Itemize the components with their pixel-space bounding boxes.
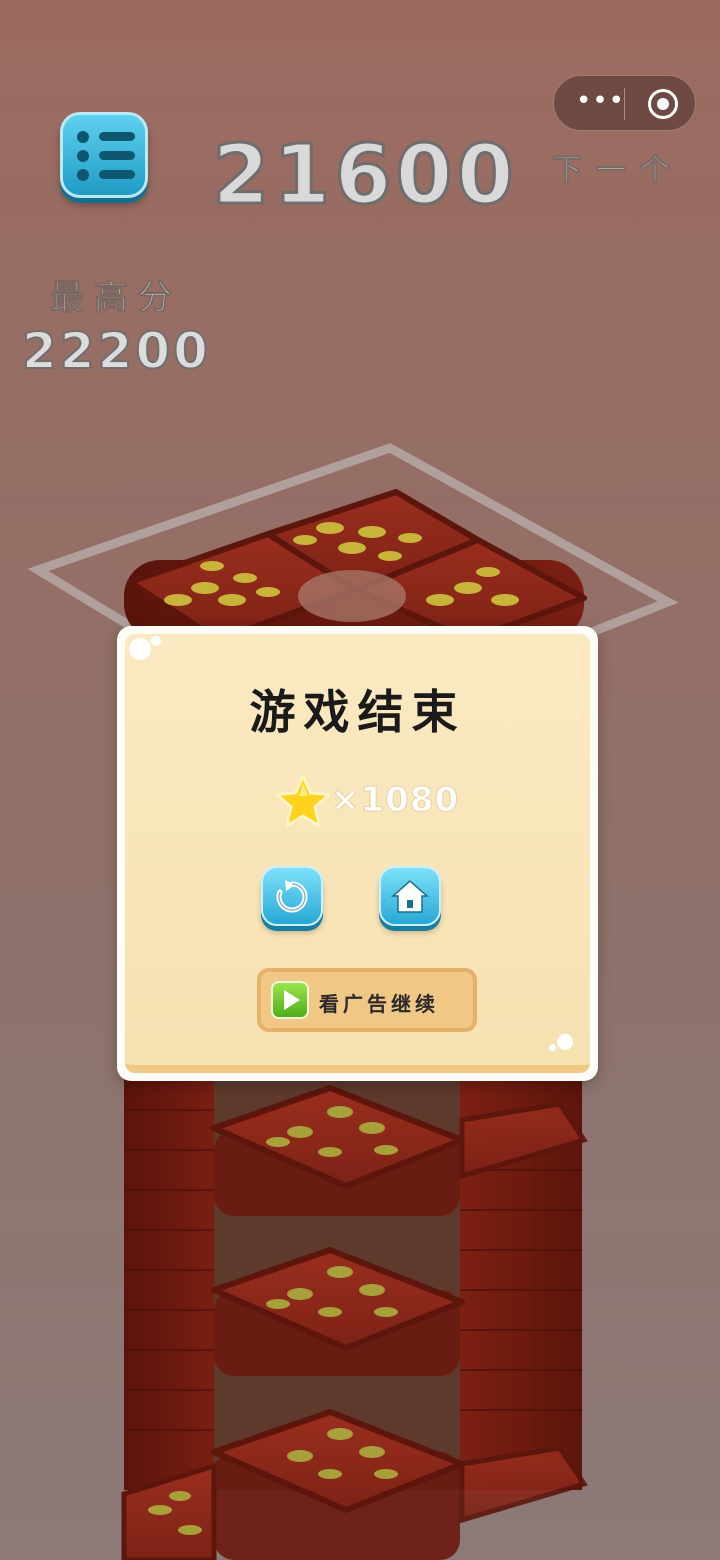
menu-line bbox=[99, 151, 135, 160]
bubble-decoration bbox=[557, 1034, 573, 1050]
best-score-value: 22200 bbox=[21, 321, 211, 381]
current-score: 21600 bbox=[211, 127, 518, 225]
home-icon bbox=[391, 879, 429, 913]
dialog-title: 游戏结束 bbox=[249, 685, 466, 739]
menu-list-icon[interactable] bbox=[60, 112, 148, 198]
menu-dot bbox=[77, 131, 89, 143]
home-button[interactable] bbox=[379, 866, 441, 926]
star-reward-row: ×1080 bbox=[273, 772, 493, 832]
game-over-dialog: 游戏结束 ×1080 看广告继续 bbox=[117, 626, 598, 1081]
target-close-icon[interactable] bbox=[648, 89, 678, 119]
bubble-decoration bbox=[549, 1044, 556, 1051]
capsule-divider bbox=[624, 88, 625, 120]
bubble-decoration bbox=[129, 638, 151, 660]
cake-tower bbox=[121, 1070, 588, 1560]
dialog-panel: 游戏结束 ×1080 看广告继续 bbox=[125, 634, 590, 1073]
more-dots-icon[interactable]: ••• bbox=[576, 88, 624, 116]
star-icon bbox=[275, 774, 331, 828]
miniprogram-capsule: ••• bbox=[553, 75, 696, 131]
best-score-label: 最高分 bbox=[50, 278, 182, 319]
menu-dot bbox=[77, 169, 89, 181]
menu-line bbox=[99, 132, 135, 141]
restart-button[interactable] bbox=[261, 866, 323, 926]
menu-line bbox=[99, 170, 135, 179]
menu-dot bbox=[77, 150, 89, 162]
ad-button-label: 看广告继续 bbox=[319, 992, 439, 1016]
play-icon bbox=[271, 981, 309, 1019]
bubble-decoration bbox=[151, 636, 161, 646]
restart-arrow-icon bbox=[276, 880, 308, 913]
next-piece-label: 下一个 bbox=[552, 153, 684, 189]
watch-ad-continue-button[interactable]: 看广告继续 bbox=[257, 968, 477, 1032]
star-count: ×1080 bbox=[330, 780, 460, 821]
